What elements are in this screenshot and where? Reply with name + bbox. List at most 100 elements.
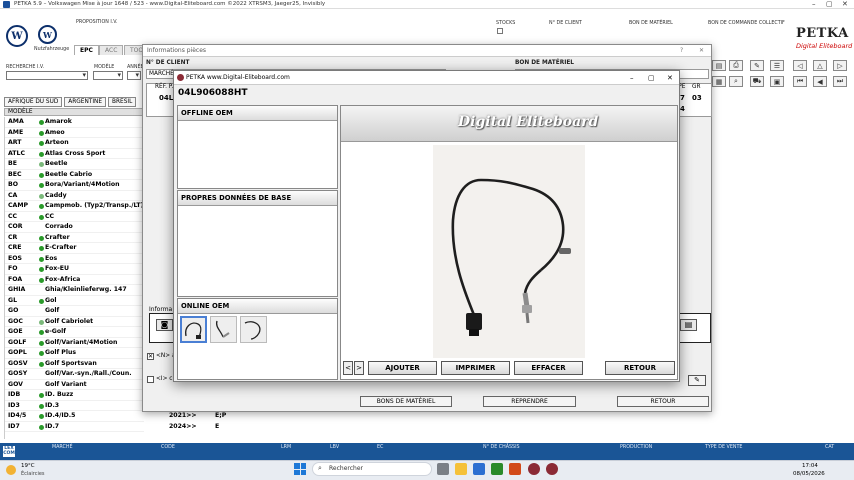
task-view-icon[interactable] [437, 463, 449, 475]
thumbnail-2[interactable] [210, 316, 237, 343]
model-row[interactable]: CR Crafter [5, 233, 144, 243]
model-row[interactable]: BE Beetle [5, 159, 144, 170]
toolbar-forward-icon[interactable]: ▷ [833, 60, 847, 71]
model-row[interactable]: CAMP Campmob. (Typ2/Transp./LT) [5, 201, 144, 212]
model-row[interactable]: GHIA Ghia/Kleinlieferwg. 147 [5, 285, 144, 296]
model-row[interactable]: AME Ameo [5, 128, 144, 138]
toolbar-db-icon[interactable]: ▦ [712, 76, 726, 87]
maximize-button[interactable]: ▢ [826, 0, 833, 9]
country-tab-argentine[interactable]: ARGENTINE [64, 97, 107, 107]
tab-acc[interactable]: ACC [99, 45, 124, 55]
info-retour-button[interactable]: RETOUR [617, 396, 709, 407]
petka-task-icon-1[interactable] [528, 463, 540, 475]
petka-task-icon-2[interactable] [546, 463, 558, 475]
model-row[interactable]: IDB ID. Buzz [5, 390, 144, 401]
effacer-button[interactable]: EFFACER [514, 361, 583, 375]
taskbar-search-input[interactable]: Rechercher [312, 462, 432, 476]
model-row[interactable]: GOLF Golf/Variant/4Motion [5, 338, 144, 348]
nav-next-button[interactable]: > [354, 361, 364, 375]
camera-icon[interactable]: ◙ [156, 319, 173, 331]
model-status-dot-icon [39, 120, 44, 125]
check-accept[interactable]: ✕ [147, 353, 154, 360]
info-close-icon[interactable]: ✕ [699, 45, 704, 57]
close-button[interactable]: ✕ [842, 0, 848, 9]
toolbar-back-icon[interactable]: ◁ [793, 60, 807, 71]
model-row[interactable]: GOSY Golf/Var.-syn./Rall./Coun. [5, 369, 144, 380]
model-status-dot-icon [39, 130, 44, 136]
model-row[interactable]: GOSV Golf Sportsvan [5, 359, 144, 369]
xbox-icon[interactable] [491, 463, 503, 475]
model-row[interactable]: AMA Amarok [5, 117, 144, 128]
model-row[interactable]: BEC Beetle Cabrio [5, 170, 144, 180]
file-explorer-icon[interactable] [455, 463, 467, 475]
imprimer-button[interactable]: IMPRIMER [441, 361, 510, 375]
nav-prev-button[interactable]: < [343, 361, 353, 375]
model-row[interactable]: GOPL Golf Plus [5, 348, 144, 359]
toolbar-list-icon[interactable]: ☰ [770, 60, 784, 71]
thumbnail-3[interactable] [240, 316, 267, 343]
info-extra-icon[interactable]: ▤ [680, 319, 697, 331]
model-row[interactable]: FOA Fox-Africa [5, 275, 144, 285]
toolbar-up-icon[interactable]: △ [813, 60, 827, 71]
toolbar-prev-icon[interactable]: ◀ [813, 76, 827, 87]
model-row[interactable]: ID3 ID.3 [5, 401, 144, 411]
recherche-combo[interactable] [6, 71, 88, 80]
minimize-button[interactable]: – [812, 0, 816, 9]
model-name: Fox-Africa [45, 275, 81, 283]
reprendre-button[interactable]: REPRENDRE [483, 396, 576, 407]
offline-oem-header: OFFLINE OEM [178, 106, 337, 121]
viewer-minimize-button[interactable]: – [630, 71, 634, 85]
model-row[interactable]: CC CC [5, 212, 144, 222]
viewer-maximize-button[interactable]: ▢ [648, 71, 655, 85]
model-name: Corrado [45, 223, 73, 230]
notes-edit-icon[interactable]: ✎ [688, 375, 706, 386]
model-row[interactable]: GOE e-Golf [5, 327, 144, 338]
model-row[interactable]: ATLC Atlas Cross Sport [5, 149, 144, 159]
model-row[interactable]: COR Corrado [5, 222, 144, 233]
windows-start-icon[interactable] [294, 463, 306, 475]
model-row[interactable]: GO Golf [5, 306, 144, 317]
thumbnail-1[interactable] [180, 316, 207, 343]
toolbar-box-icon[interactable]: ▣ [770, 76, 784, 87]
stocks-label: STOCKS [496, 21, 516, 26]
ajouter-button[interactable]: AJOUTER [368, 361, 437, 375]
model-row[interactable]: ID4/5 ID.4/ID.5 2021>> E;P [5, 411, 226, 422]
tab-epc[interactable]: EPC [74, 45, 99, 55]
toolbar-search-icon[interactable]: ⌕ [729, 76, 743, 87]
country-tab-bresil[interactable]: BRESIL [108, 97, 137, 107]
toolbar-edit-icon[interactable]: ✎ [750, 60, 764, 71]
model-row[interactable]: ART Arteon [5, 138, 144, 149]
check-choice[interactable] [147, 376, 154, 383]
model-row[interactable]: FO Fox-EU [5, 264, 144, 275]
model-name: Golf Sportsvan [45, 359, 97, 367]
help-icon[interactable]: ? [680, 45, 683, 57]
brave-icon[interactable] [509, 463, 521, 475]
country-tab-afrique-du-sud[interactable]: AFRIQUE DU SUD [4, 97, 63, 107]
model-row[interactable]: GL Gol [5, 296, 144, 306]
model-code: AME [8, 128, 24, 136]
model-row[interactable]: GOV Golf Variant [5, 380, 144, 390]
viewer-retour-button[interactable]: RETOUR [605, 361, 675, 375]
model-row[interactable]: CRE E-Crafter [5, 243, 144, 254]
info-window-title: Informations pièces ? ✕ [143, 45, 711, 57]
model-row[interactable]: ID7 ID.7 2024>> E [5, 422, 219, 432]
recherche-label: RECHERCHE I.V. [6, 65, 45, 70]
toolbar-first-icon[interactable]: ⏮ [793, 76, 807, 87]
annee-combo[interactable] [127, 71, 141, 80]
toolbar-car-icon[interactable]: ⛟ [750, 76, 764, 87]
model-row[interactable]: GOC Golf Cabriolet [5, 317, 144, 327]
toolbar-doc-icon[interactable]: ▤ [712, 60, 726, 71]
viewer-close-button[interactable]: ✕ [667, 71, 673, 85]
model-row[interactable]: EOS Eos [5, 254, 144, 264]
store-icon[interactable] [473, 463, 485, 475]
client-no-label: N° DE CLIENT [549, 21, 582, 26]
status-label: PRODUCTION [620, 445, 653, 450]
model-status-dot-icon [39, 183, 44, 188]
toolbar-print-icon[interactable]: ⎙ [729, 60, 743, 71]
modele-combo[interactable] [93, 71, 123, 80]
model-row[interactable]: BO Bora/Variant/4Motion [5, 180, 144, 191]
bons-materiel-button[interactable]: BONS DE MATÉRIEL [360, 396, 452, 407]
toolbar-last-icon[interactable]: ⏭ [833, 76, 847, 87]
stocks-checkbox[interactable] [497, 28, 503, 34]
model-row[interactable]: CA Caddy [5, 191, 144, 201]
